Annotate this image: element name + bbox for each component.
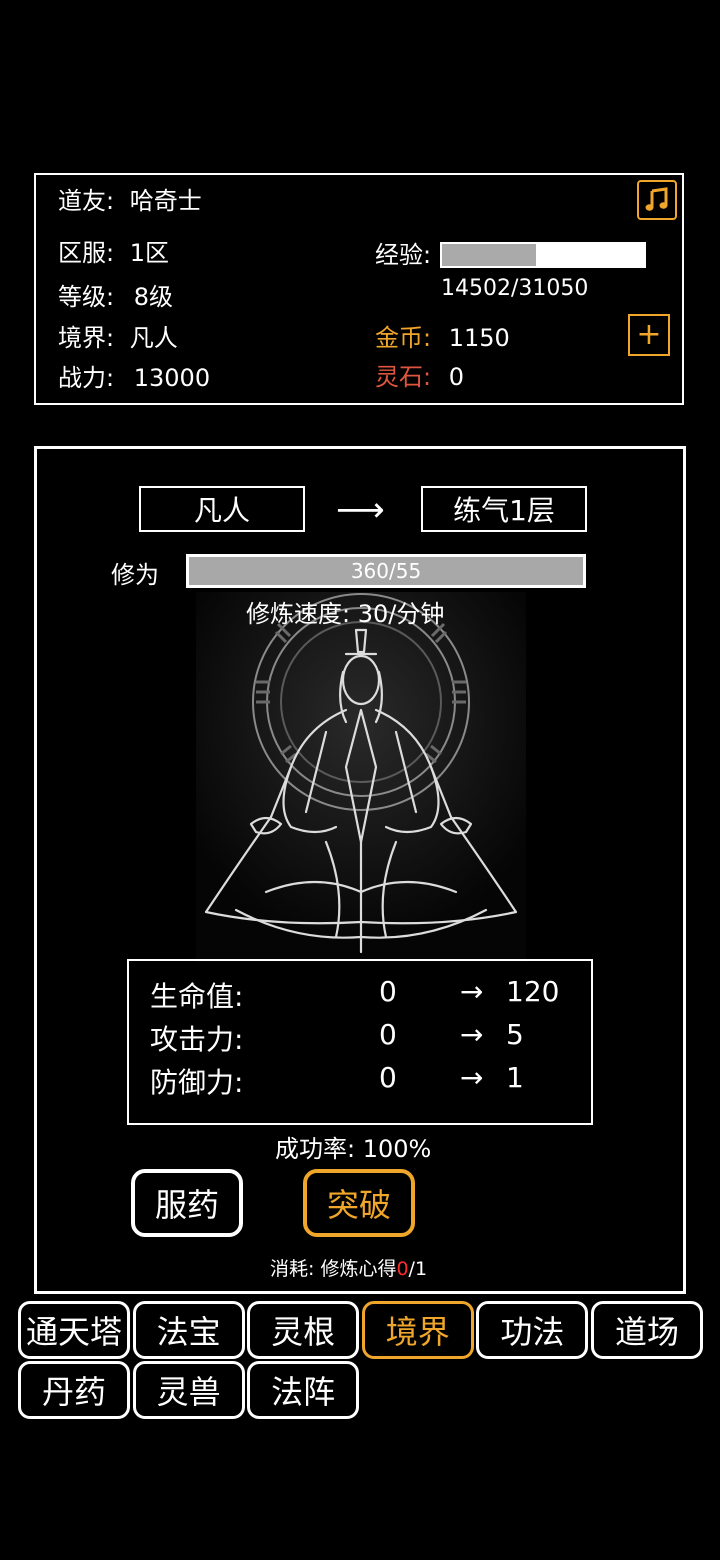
level-label: 等级:: [58, 283, 115, 311]
stat-attack-label: 攻击力:: [150, 1023, 244, 1056]
next-realm-name: 练气1层: [453, 494, 555, 527]
exp-progress-fill: [442, 244, 537, 266]
daoyou-row: 道友: 哈奇士: [58, 186, 202, 216]
nav-tab-treasure[interactable]: 法宝: [132, 1301, 245, 1359]
stat-defense-next: 1: [506, 1061, 524, 1094]
realm-value: 凡人: [129, 324, 178, 352]
plus-icon: +: [636, 317, 662, 352]
cultivation-progress-text: 360/55: [350, 559, 422, 583]
nav-tab-dojo[interactable]: 道场: [590, 1301, 703, 1359]
nav-tab-label: 法宝: [156, 1313, 221, 1351]
server-row: 区服: 1区: [58, 238, 169, 268]
cost-prefix: 消耗: 修炼心得: [270, 1258, 397, 1280]
spirit-stone-value: 0: [448, 363, 465, 391]
current-realm-box: 凡人: [139, 486, 305, 532]
level-row: 等级: 8级: [58, 282, 173, 312]
cultivation-label: 修为: [111, 561, 159, 589]
nav-tab-label: 道场: [614, 1313, 679, 1351]
breakthrough-button[interactable]: 突破: [303, 1169, 415, 1237]
nav-tab-spirit-root[interactable]: 灵根: [247, 1301, 360, 1359]
current-realm-name: 凡人: [193, 494, 250, 527]
stat-defense-label: 防御力:: [150, 1066, 244, 1099]
nav-tab-tower[interactable]: 通天塔: [18, 1301, 130, 1359]
next-realm-box: 练气1层: [421, 486, 587, 532]
take-medicine-label: 服药: [154, 1186, 219, 1224]
server-value: 1区: [129, 239, 170, 267]
nav-tab-realm[interactable]: 境界: [361, 1301, 474, 1359]
nav-tab-label: 灵根: [271, 1313, 336, 1351]
cost-have: 0: [396, 1258, 409, 1280]
realm-arrow: ⟶: [336, 490, 385, 530]
power-value: 13000: [133, 364, 211, 392]
stat-hp-label: 生命值:: [150, 980, 244, 1013]
stat-hp-current: 0: [379, 975, 397, 1008]
stat-defense-current: 0: [379, 1061, 397, 1094]
nav-tab-elixir[interactable]: 丹药: [18, 1361, 130, 1419]
nav-tab-technique[interactable]: 功法: [476, 1301, 589, 1359]
bottom-nav-row-1: 通天塔 法宝 灵根 境界 功法 道场: [18, 1301, 703, 1359]
nav-tab-label: 灵兽: [156, 1373, 221, 1411]
level-value: 8级: [133, 283, 174, 311]
cultivation-progress-bar: 360/55: [186, 554, 586, 588]
server-label: 区服:: [58, 239, 115, 267]
nav-tab-label: 境界: [385, 1313, 450, 1351]
cost-need: /1: [408, 1258, 428, 1280]
stat-attack-next: 5: [506, 1018, 524, 1051]
exp-value: 14502/31050: [441, 276, 589, 301]
daoyou-value: 哈奇士: [129, 187, 202, 215]
meditating-cultivator-image: [196, 592, 526, 962]
take-medicine-button[interactable]: 服药: [131, 1169, 243, 1237]
breakthrough-label: 突破: [326, 1186, 391, 1224]
nav-tab-label: 功法: [500, 1313, 565, 1351]
stat-hp-arrow: →: [460, 975, 484, 1008]
gold-label: 金币:: [375, 324, 432, 352]
power-label: 战力:: [58, 364, 115, 392]
music-toggle-button[interactable]: [637, 180, 677, 220]
nav-tab-label: 丹药: [41, 1373, 106, 1411]
exp-label: 经验:: [375, 241, 432, 269]
nav-tab-label: 通天塔: [25, 1313, 122, 1351]
bottom-nav-row-2: 丹药 灵兽 法阵: [18, 1361, 360, 1419]
nav-tab-spirit-beast[interactable]: 灵兽: [132, 1361, 245, 1419]
daoyou-label: 道友:: [58, 187, 115, 215]
exp-progress-bar: [440, 242, 646, 268]
realm-row: 境界: 凡人: [58, 323, 178, 353]
stat-attack-current: 0: [379, 1018, 397, 1051]
nav-tab-label: 法阵: [271, 1373, 336, 1411]
breakthrough-cost: 消耗: 修炼心得0/1: [270, 1254, 427, 1281]
stat-attack-arrow: →: [460, 1018, 484, 1051]
add-currency-button[interactable]: +: [628, 314, 670, 356]
cultivation-speed: 修炼速度: 30/分钟: [246, 600, 445, 628]
gold-value: 1150: [448, 324, 510, 352]
stat-defense-arrow: →: [460, 1061, 484, 1094]
spirit-stone-row: 灵石: 0: [375, 362, 464, 392]
gold-row: 金币: 1150: [375, 323, 510, 353]
music-note-icon: [645, 187, 668, 211]
nav-tab-formation[interactable]: 法阵: [247, 1361, 360, 1419]
realm-label: 境界:: [58, 324, 115, 352]
stat-hp-next: 120: [506, 975, 560, 1008]
success-rate: 成功率: 100%: [275, 1135, 432, 1163]
spirit-stone-label: 灵石:: [375, 363, 432, 391]
power-row: 战力: 13000: [58, 363, 210, 393]
